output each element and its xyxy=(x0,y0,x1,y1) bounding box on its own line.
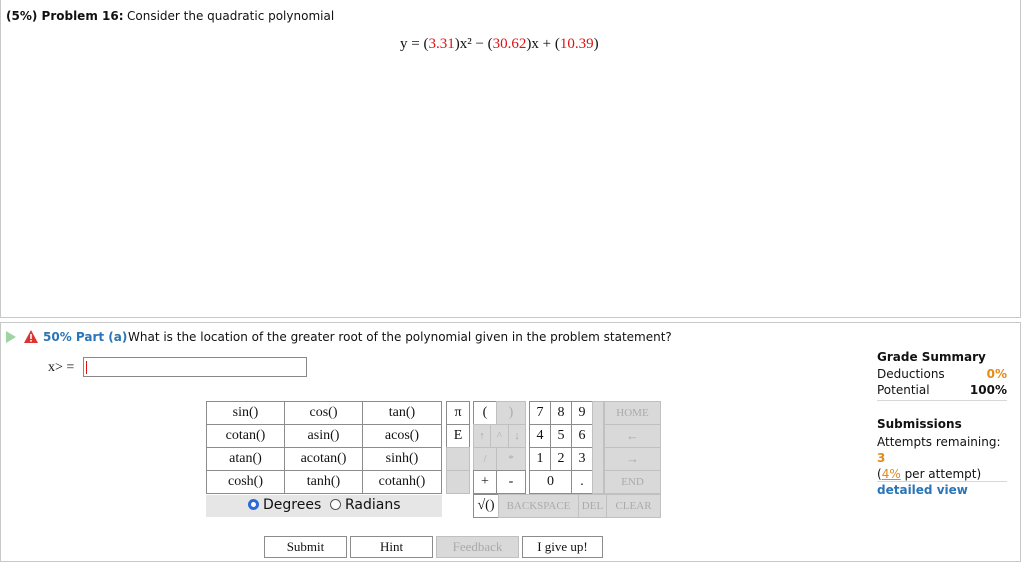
acos-key[interactable]: acos() xyxy=(362,424,442,448)
hint-button[interactable]: Hint xyxy=(350,536,433,558)
backspace-key[interactable]: BACKSPACE xyxy=(498,494,579,518)
digit-2-key[interactable]: 2 xyxy=(550,447,572,471)
problem-label: (5%) Problem 16: xyxy=(6,9,124,23)
acotan-key[interactable]: acotan() xyxy=(284,447,363,471)
multiply-key[interactable]: * xyxy=(496,447,526,471)
e-key[interactable]: E xyxy=(446,424,470,448)
clear-key[interactable]: CLEAR xyxy=(606,494,661,518)
submissions-title: Submissions xyxy=(877,417,962,431)
grade-divider xyxy=(877,400,1007,401)
cos-key[interactable]: cos() xyxy=(284,401,363,425)
answer-input[interactable] xyxy=(83,357,307,377)
detailed-view-link[interactable]: detailed view xyxy=(877,483,968,497)
asin-key[interactable]: asin() xyxy=(284,424,363,448)
sin-key[interactable]: sin() xyxy=(206,401,285,425)
digit-5-key[interactable]: 5 xyxy=(550,424,572,448)
warning-icon xyxy=(24,330,38,343)
blank-key xyxy=(446,447,470,471)
delete-key[interactable]: DEL xyxy=(578,494,607,518)
expand-arrow-icon[interactable] xyxy=(6,331,16,343)
end-key[interactable]: END xyxy=(604,470,661,494)
sqrt-key[interactable]: √() xyxy=(473,494,499,518)
problem-text: Consider the quadratic polynomial xyxy=(127,9,335,23)
degrees-radio[interactable] xyxy=(248,499,259,510)
plus-key[interactable]: + xyxy=(473,470,497,494)
cotan-key[interactable]: cotan() xyxy=(206,424,285,448)
submissions-info: Attempts remaining: 3 (4% per attempt) d… xyxy=(877,435,1001,497)
digit-9-key[interactable]: 9 xyxy=(571,401,593,425)
right-paren-key[interactable]: ) xyxy=(496,401,526,425)
digit-6-key[interactable]: 6 xyxy=(571,424,593,448)
feedback-button[interactable]: Feedback xyxy=(436,536,519,558)
up-arrow-key[interactable]: ↑ xyxy=(473,424,491,448)
home-key[interactable]: HOME xyxy=(604,401,661,425)
left-arrow-key[interactable]: ← xyxy=(604,424,661,448)
digit-1-key[interactable]: 1 xyxy=(529,447,551,471)
pi-key[interactable]: π xyxy=(446,401,470,425)
tan-key[interactable]: tan() xyxy=(362,401,442,425)
part-question: What is the location of the greater root… xyxy=(128,330,672,344)
digit-8-key[interactable]: 8 xyxy=(550,401,572,425)
keypad-spacer xyxy=(592,401,604,494)
digit-4-key[interactable]: 4 xyxy=(529,424,551,448)
left-paren-key[interactable]: ( xyxy=(473,401,497,425)
radians-option[interactable]: Radians xyxy=(330,497,401,513)
decimal-key[interactable]: . xyxy=(571,470,593,494)
grade-summary-title: Grade Summary xyxy=(877,350,986,364)
answer-label: x> = xyxy=(48,360,75,375)
cotanh-key[interactable]: cotanh() xyxy=(362,470,442,494)
digit-7-key[interactable]: 7 xyxy=(529,401,551,425)
right-arrow-key[interactable]: → xyxy=(604,447,661,471)
tanh-key[interactable]: tanh() xyxy=(284,470,363,494)
radians-radio[interactable] xyxy=(330,499,341,510)
angle-mode-selector: Degrees Radians xyxy=(206,495,442,517)
digit-0-key[interactable]: 0 xyxy=(529,470,572,494)
give-up-button[interactable]: I give up! xyxy=(522,536,603,558)
potential-row: Potential 100% xyxy=(877,383,1007,397)
atan-key[interactable]: atan() xyxy=(206,447,285,471)
caret-key[interactable]: ^ xyxy=(490,424,509,448)
divide-key[interactable]: / xyxy=(473,447,497,471)
deductions-row: Deductions 0% xyxy=(877,367,1007,381)
equation: y = (3.31)x² − (30.62)x + (10.39) xyxy=(400,36,599,52)
submissions-divider xyxy=(877,481,1007,482)
down-arrow-key[interactable]: ↓ xyxy=(508,424,526,448)
part-label: 50% Part (a) xyxy=(43,330,128,344)
digit-3-key[interactable]: 3 xyxy=(571,447,593,471)
blank-key xyxy=(446,470,470,494)
minus-key[interactable]: - xyxy=(496,470,526,494)
submit-button[interactable]: Submit xyxy=(264,536,347,558)
degrees-option[interactable]: Degrees xyxy=(248,497,321,513)
sinh-key[interactable]: sinh() xyxy=(362,447,442,471)
cosh-key[interactable]: cosh() xyxy=(206,470,285,494)
